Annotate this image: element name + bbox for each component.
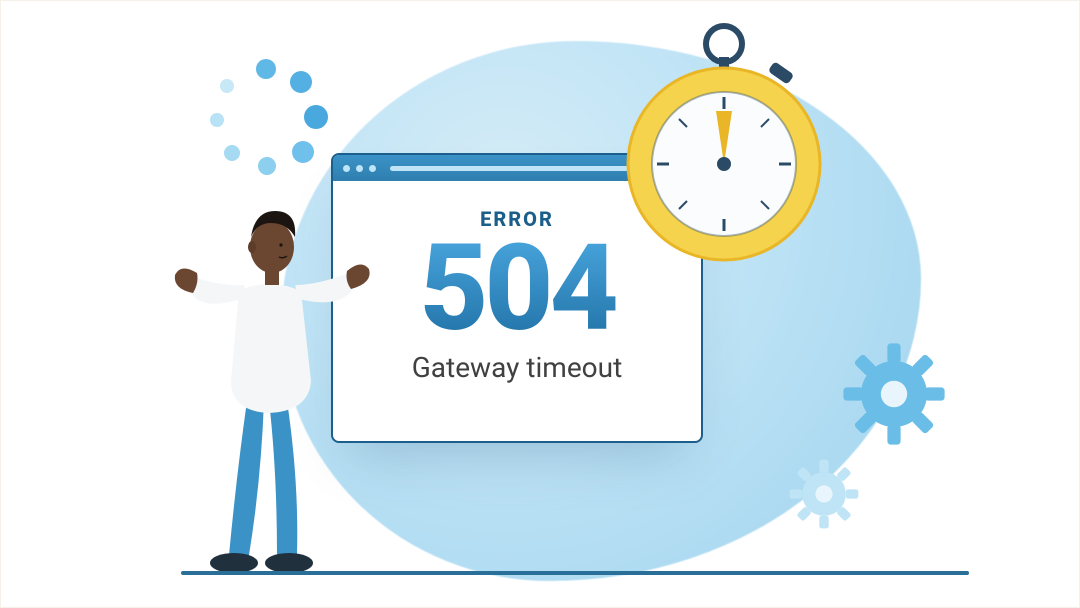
window-dot-icon [343, 165, 350, 172]
window-dot-icon [356, 165, 363, 172]
error-illustration: ERROR 504 Gateway timeout [1, 1, 1079, 607]
gear-icon [839, 339, 949, 449]
ground-line [181, 571, 969, 575]
stopwatch-icon [619, 19, 829, 269]
gear-icon [785, 455, 863, 533]
person-shrugging-icon [169, 181, 399, 581]
window-dot-icon [369, 165, 376, 172]
loading-spinner-icon [206, 59, 326, 179]
